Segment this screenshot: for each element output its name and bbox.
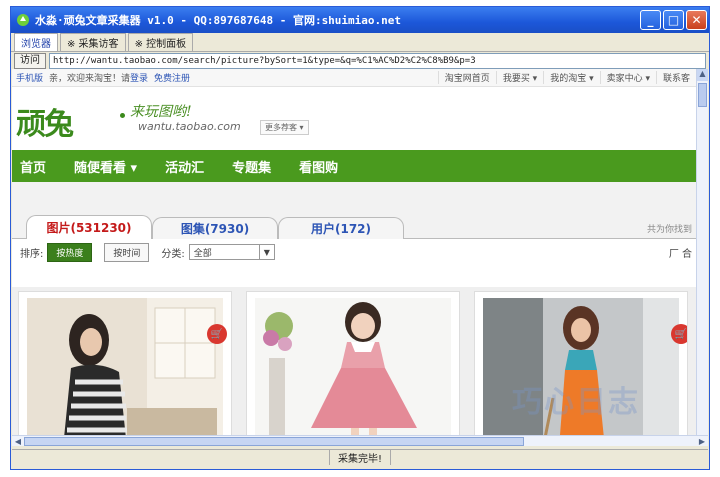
result-count-hint: 共为你找到 [646,225,692,235]
app-logo-icon [15,12,31,28]
photo-striped-dress[interactable] [27,298,223,441]
category-select[interactable]: 全部 ▼ [188,244,275,260]
tab-pictures[interactable]: 图片(531230) [26,215,152,239]
status-text: 采集完毕! [328,450,391,465]
horizontal-scroll-thumb[interactable] [24,436,524,446]
vertical-scrollbar[interactable]: ▲ [696,69,708,435]
horizontal-scrollbar[interactable]: ◀ ▶ [12,435,708,446]
nav-link-home[interactable]: 淘宝网首页 [437,71,496,84]
filter-bar: 排序: 按热度 按时间 分类: 全部 ▼ 厂 合 [12,239,696,265]
logo-slogan: 来玩图哟! [130,104,192,120]
taobao-top-nav: 手机版 亲，欢迎来淘宝！请 登录 免费注册 淘宝网首页 我要买 ▾ 我的淘宝 ▾… [12,69,696,87]
mobile-link[interactable]: 手机版 [16,71,43,84]
status-bar: 采集完毕! [12,449,708,465]
scroll-up-icon[interactable]: ▲ [697,69,708,81]
main-nav-shop[interactable]: 看图购 [299,157,338,176]
horizontal-scroll-track[interactable] [24,436,696,446]
tab-browser[interactable]: 浏览器 [14,33,58,51]
logo-dot [120,113,125,118]
nav-link-contact[interactable]: 联系客 [655,71,696,84]
greeting-text: 亲，欢迎来淘宝！请 [49,74,131,84]
result-tabs: 图片(531230) 图集(7930) 用户(172) 共为你找到 [12,212,696,239]
register-link[interactable]: 免费注册 [154,71,190,84]
title-bar[interactable]: 水淼·顽兔文章采集器 v1.0 - QQ:897687648 - 官网:shui… [11,7,709,33]
watermark-text: 巧心日志 [512,385,640,420]
scroll-left-icon[interactable]: ◀ [12,437,24,446]
image-card-2[interactable] [246,291,460,441]
url-input[interactable]: http://wantu.taobao.com/search/picture?b… [49,53,706,69]
logo-domain: wantu.taobao.com [138,120,241,133]
logo-area: 顽兔 来玩图哟! wantu.taobao.com 更多荐客 ▾ [12,87,696,150]
sort-label: 排序: [20,248,44,260]
cart-icon[interactable]: 🛒 [671,324,687,344]
sort-by-hot-button[interactable]: 按热度 [47,242,93,262]
nav-link-buy[interactable]: 我要买 ▾ [495,71,543,84]
site-logo[interactable]: 顽兔 [16,99,74,143]
window-title: 水淼·顽兔文章采集器 v1.0 - QQ:897687648 - 官网:shui… [35,14,402,27]
sort-by-time-button[interactable]: 按时间 [104,242,150,262]
more-recommend-button[interactable]: 更多荐客 ▾ [260,120,309,135]
image-card-1[interactable]: 🛒 [18,291,232,441]
cart-icon[interactable]: 🛒 [207,324,227,344]
close-button[interactable]: ✕ [686,10,707,30]
photo-pink-dress[interactable] [255,298,451,441]
chevron-down-icon: ▼ [258,245,274,259]
address-bar: 访问 http://wantu.taobao.com/search/pictur… [11,52,709,70]
app-tabs: 浏览器 ※ 采集访客 ※ 控制面板 [11,33,709,52]
main-nav: 首页 随便看看 ▾ 活动汇 专题集 看图购 [12,150,696,182]
login-link[interactable]: 登录 [130,71,148,84]
nav-link-my-taobao[interactable]: 我的淘宝 ▾ [543,71,599,84]
category-value: 全部 [193,248,212,259]
minimize-button[interactable]: _ [640,10,661,30]
tab-visitor-collect[interactable]: ※ 采集访客 [60,33,126,51]
tab-users[interactable]: 用户(172) [278,217,404,239]
vertical-scroll-thumb[interactable] [698,83,707,107]
category-label: 分类: [161,248,185,260]
maximize-button[interactable]: □ [663,10,684,30]
nav-link-seller[interactable]: 卖家中心 ▾ [599,71,656,84]
scroll-right-icon[interactable]: ▶ [696,437,708,446]
image-gallery: 🛒 🛒 巧心日志 [12,287,696,441]
filter-right-text: 厂 合 [668,248,692,260]
spacer [12,182,696,212]
main-nav-events[interactable]: 活动汇 [165,157,204,176]
visit-button[interactable]: 访问 [14,53,46,69]
tab-control-panel[interactable]: ※ 控制面板 [127,33,194,51]
main-nav-browse[interactable]: 随便看看 ▾ [74,157,137,176]
tab-albums[interactable]: 图集(7930) [152,217,278,239]
main-nav-topics[interactable]: 专题集 [232,157,271,176]
main-nav-home[interactable]: 首页 [20,157,46,176]
